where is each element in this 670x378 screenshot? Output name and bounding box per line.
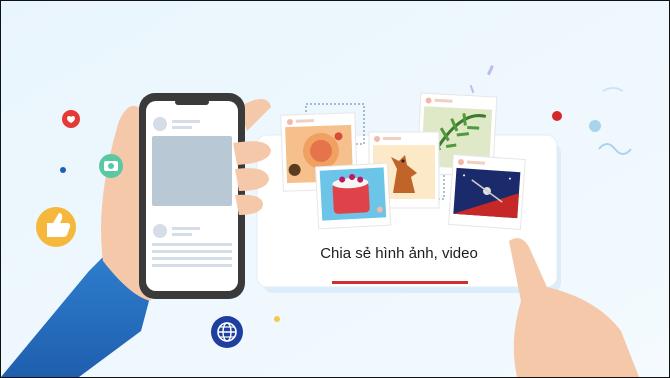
confetti-dot bbox=[589, 120, 601, 132]
camera-icon bbox=[99, 154, 123, 178]
like-hand-icon bbox=[36, 207, 76, 247]
phone bbox=[139, 93, 245, 299]
illustration-canvas bbox=[1, 1, 669, 377]
heart-icon bbox=[62, 110, 80, 128]
photo-card-dessert bbox=[314, 162, 392, 230]
caption-underline bbox=[332, 281, 468, 284]
confetti-dot bbox=[552, 111, 562, 121]
promo-illustration: Chia sẻ hình ảnh, video bbox=[0, 0, 670, 378]
card-caption: Chia sẻ hình ảnh, video bbox=[320, 245, 478, 262]
globe-icon bbox=[211, 316, 243, 348]
confetti-dot bbox=[274, 316, 280, 322]
photo-card-space bbox=[448, 154, 526, 230]
confetti-dot bbox=[60, 167, 66, 173]
